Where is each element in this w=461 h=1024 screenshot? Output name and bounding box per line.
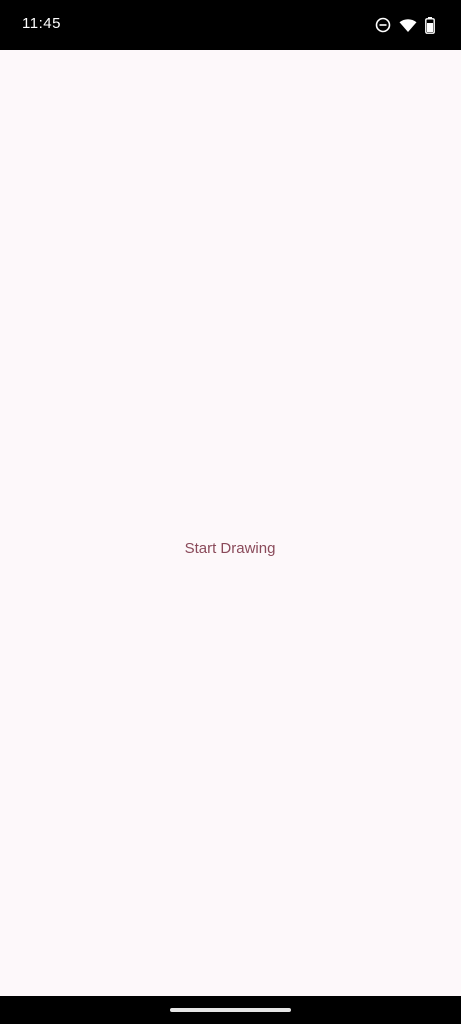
home-indicator[interactable] [170,1008,291,1012]
status-time: 11:45 [22,15,61,32]
status-icons [375,15,435,35]
navigation-bar [0,996,461,1024]
screen: 11:45 Start Drawing [0,0,461,1024]
battery-icon [425,16,435,34]
wifi-icon [399,18,417,33]
main-content: Start Drawing [0,50,461,996]
start-drawing-button[interactable]: Start Drawing [160,528,300,568]
do-not-disturb-icon [375,17,391,33]
status-bar: 11:45 [0,0,461,50]
